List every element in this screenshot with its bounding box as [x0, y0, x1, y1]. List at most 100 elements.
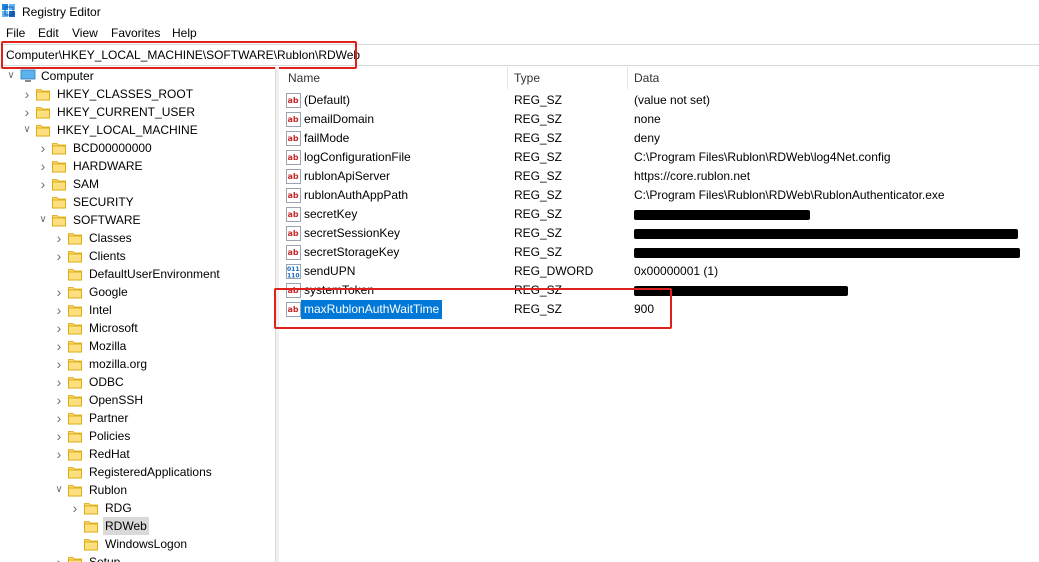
tree-item-mozilla-org[interactable]: › mozilla.org	[0, 355, 275, 373]
folder-icon	[68, 249, 82, 263]
menu-favorites[interactable]: Favorites	[111, 26, 160, 40]
tree-item-rublon[interactable]: ∨ Rublon	[0, 481, 275, 499]
values-list[interactable]: Name Type Data ab (Default) REG_SZ (value n…	[279, 67, 1039, 562]
svg-text:ab: ab	[288, 210, 299, 219]
chevron-right-icon[interactable]: ›	[54, 337, 64, 355]
chevron-right-icon[interactable]: ›	[54, 355, 64, 373]
chevron-right-icon[interactable]: ›	[54, 445, 64, 463]
tree-item-partner[interactable]: › Partner	[0, 409, 275, 427]
folder-icon	[52, 141, 66, 155]
value-row[interactable]: ab rublonApiServer REG_SZ https://core.rubl…	[279, 167, 1039, 186]
value-data: C:\Program Files\Rublon\RDWeb\RublonAuth…	[634, 188, 945, 202]
column-header-data[interactable]: Data	[634, 67, 659, 89]
value-row[interactable]: 011 110 sendUPN REG_DWORD 0x00000001 (1)	[279, 262, 1039, 281]
key-tree[interactable]: ∨ Computer › HKEY_CLASSES_ROOT › HKEY_CURRENT…	[0, 67, 276, 562]
tree-item-hardware[interactable]: › HARDWARE	[0, 157, 275, 175]
chevron-down-icon[interactable]: ∨	[54, 481, 64, 499]
chevron-right-icon[interactable]: ›	[54, 301, 64, 319]
column-header-name[interactable]: Name	[288, 67, 320, 89]
chevron-right-icon[interactable]: ›	[54, 427, 64, 445]
tree-item-odbc[interactable]: › ODBC	[0, 373, 275, 391]
chevron-down-icon[interactable]: ∨	[38, 211, 48, 229]
tree-item-label: WindowsLogon	[105, 537, 188, 551]
column-divider[interactable]	[507, 67, 508, 89]
value-row[interactable]: ab emailDomain REG_SZ none	[279, 110, 1039, 129]
value-row[interactable]: ab secretSessionKey REG_SZ	[279, 224, 1039, 243]
tree-item-clients[interactable]: › Clients	[0, 247, 275, 265]
chevron-right-icon[interactable]: ›	[38, 139, 48, 157]
value-row[interactable]: ab rublonAuthAppPath REG_SZ C:\Program File…	[279, 186, 1039, 205]
chevron-right-icon[interactable]: ›	[38, 175, 48, 193]
address-path[interactable]: Computer\HKEY_LOCAL_MACHINE\SOFTWARE\Rub…	[6, 48, 360, 62]
value-name: systemToken	[304, 283, 375, 297]
value-name: secretSessionKey	[304, 226, 401, 240]
folder-icon	[68, 303, 82, 317]
value-row[interactable]: ab secretStorageKey REG_SZ	[279, 243, 1039, 262]
tree-item-security[interactable]: SECURITY	[0, 193, 275, 211]
tree-item-policies[interactable]: › Policies	[0, 427, 275, 445]
value-data: 0x00000001 (1)	[634, 264, 719, 278]
value-row[interactable]: ab secretKey REG_SZ	[279, 205, 1039, 224]
redaction-bar	[634, 286, 848, 296]
tree-item-openssh[interactable]: › OpenSSH	[0, 391, 275, 409]
chevron-right-icon[interactable]: ›	[22, 103, 32, 121]
tree-item-software[interactable]: ∨ SOFTWARE	[0, 211, 275, 229]
value-type: REG_SZ	[514, 283, 563, 297]
value-data: none	[634, 112, 661, 126]
chevron-right-icon[interactable]: ›	[54, 247, 64, 265]
tree-item-windowslogon[interactable]: WindowsLogon	[0, 535, 275, 553]
column-header-type[interactable]: Type	[514, 67, 540, 89]
tree-item-defaultuserenvironment[interactable]: DefaultUserEnvironment	[0, 265, 275, 283]
menu-edit[interactable]: Edit	[38, 26, 59, 40]
svg-text:ab: ab	[288, 134, 299, 143]
tree-item-bcd00000000[interactable]: › BCD00000000	[0, 139, 275, 157]
menu-file[interactable]: File	[6, 26, 25, 40]
chevron-right-icon[interactable]: ›	[54, 409, 64, 427]
value-type: REG_SZ	[514, 302, 563, 316]
tree-item-sam[interactable]: › SAM	[0, 175, 275, 193]
tree-item-google[interactable]: › Google	[0, 283, 275, 301]
tree-item-hkey-current-user[interactable]: › HKEY_CURRENT_USER	[0, 103, 275, 121]
tree-item-setup[interactable]: › Setup	[0, 553, 275, 562]
chevron-down-icon[interactable]: ∨	[22, 121, 32, 139]
value-row[interactable]: ab systemToken REG_SZ	[279, 281, 1039, 300]
menu-help[interactable]: Help	[172, 26, 197, 40]
value-name: logConfigurationFile	[304, 150, 411, 164]
tree-item-mozilla[interactable]: › Mozilla	[0, 337, 275, 355]
tree-item-label: Classes	[89, 231, 132, 245]
tree-item-label: Google	[89, 285, 128, 299]
tree-item-microsoft[interactable]: › Microsoft	[0, 319, 275, 337]
string-value-icon: ab	[286, 112, 301, 127]
chevron-right-icon[interactable]: ›	[38, 157, 48, 175]
chevron-right-icon[interactable]: ›	[54, 319, 64, 337]
tree-item-rdweb[interactable]: RDWeb	[0, 517, 275, 535]
chevron-down-icon[interactable]: ∨	[6, 67, 16, 85]
tree-item-hkey-classes-root[interactable]: › HKEY_CLASSES_ROOT	[0, 85, 275, 103]
tree-item-label: RedHat	[89, 447, 130, 461]
menu-view[interactable]: View	[72, 26, 98, 40]
address-bar[interactable]: Computer\HKEY_LOCAL_MACHINE\SOFTWARE\Rub…	[0, 44, 1039, 66]
tree-item-rdg[interactable]: › RDG	[0, 499, 275, 517]
value-row[interactable]: ab failMode REG_SZ deny	[279, 129, 1039, 148]
value-row[interactable]: ab (Default) REG_SZ (value not set)	[279, 91, 1039, 110]
value-row[interactable]: ab maxRublonAuthWaitTime REG_SZ 900	[279, 300, 1039, 319]
tree-item-intel[interactable]: › Intel	[0, 301, 275, 319]
value-row[interactable]: ab logConfigurationFile REG_SZ C:\Program F…	[279, 148, 1039, 167]
value-name: rublonAuthAppPath	[304, 188, 409, 202]
tree-item-redhat[interactable]: › RedHat	[0, 445, 275, 463]
tree-item-computer[interactable]: ∨ Computer	[0, 67, 275, 85]
chevron-right-icon[interactable]: ›	[54, 391, 64, 409]
chevron-right-icon[interactable]: ›	[54, 283, 64, 301]
column-divider[interactable]	[627, 67, 628, 89]
tree-item-registeredapplications[interactable]: RegisteredApplications	[0, 463, 275, 481]
chevron-right-icon[interactable]: ›	[54, 553, 64, 562]
chevron-right-icon[interactable]: ›	[22, 85, 32, 103]
chevron-right-icon[interactable]: ›	[70, 499, 80, 517]
svg-text:ab: ab	[288, 229, 299, 238]
chevron-right-icon[interactable]: ›	[54, 373, 64, 391]
tree-item-hkey-local-machine[interactable]: ∨ HKEY_LOCAL_MACHINE	[0, 121, 275, 139]
chevron-right-icon[interactable]: ›	[54, 229, 64, 247]
tree-item-classes[interactable]: › Classes	[0, 229, 275, 247]
